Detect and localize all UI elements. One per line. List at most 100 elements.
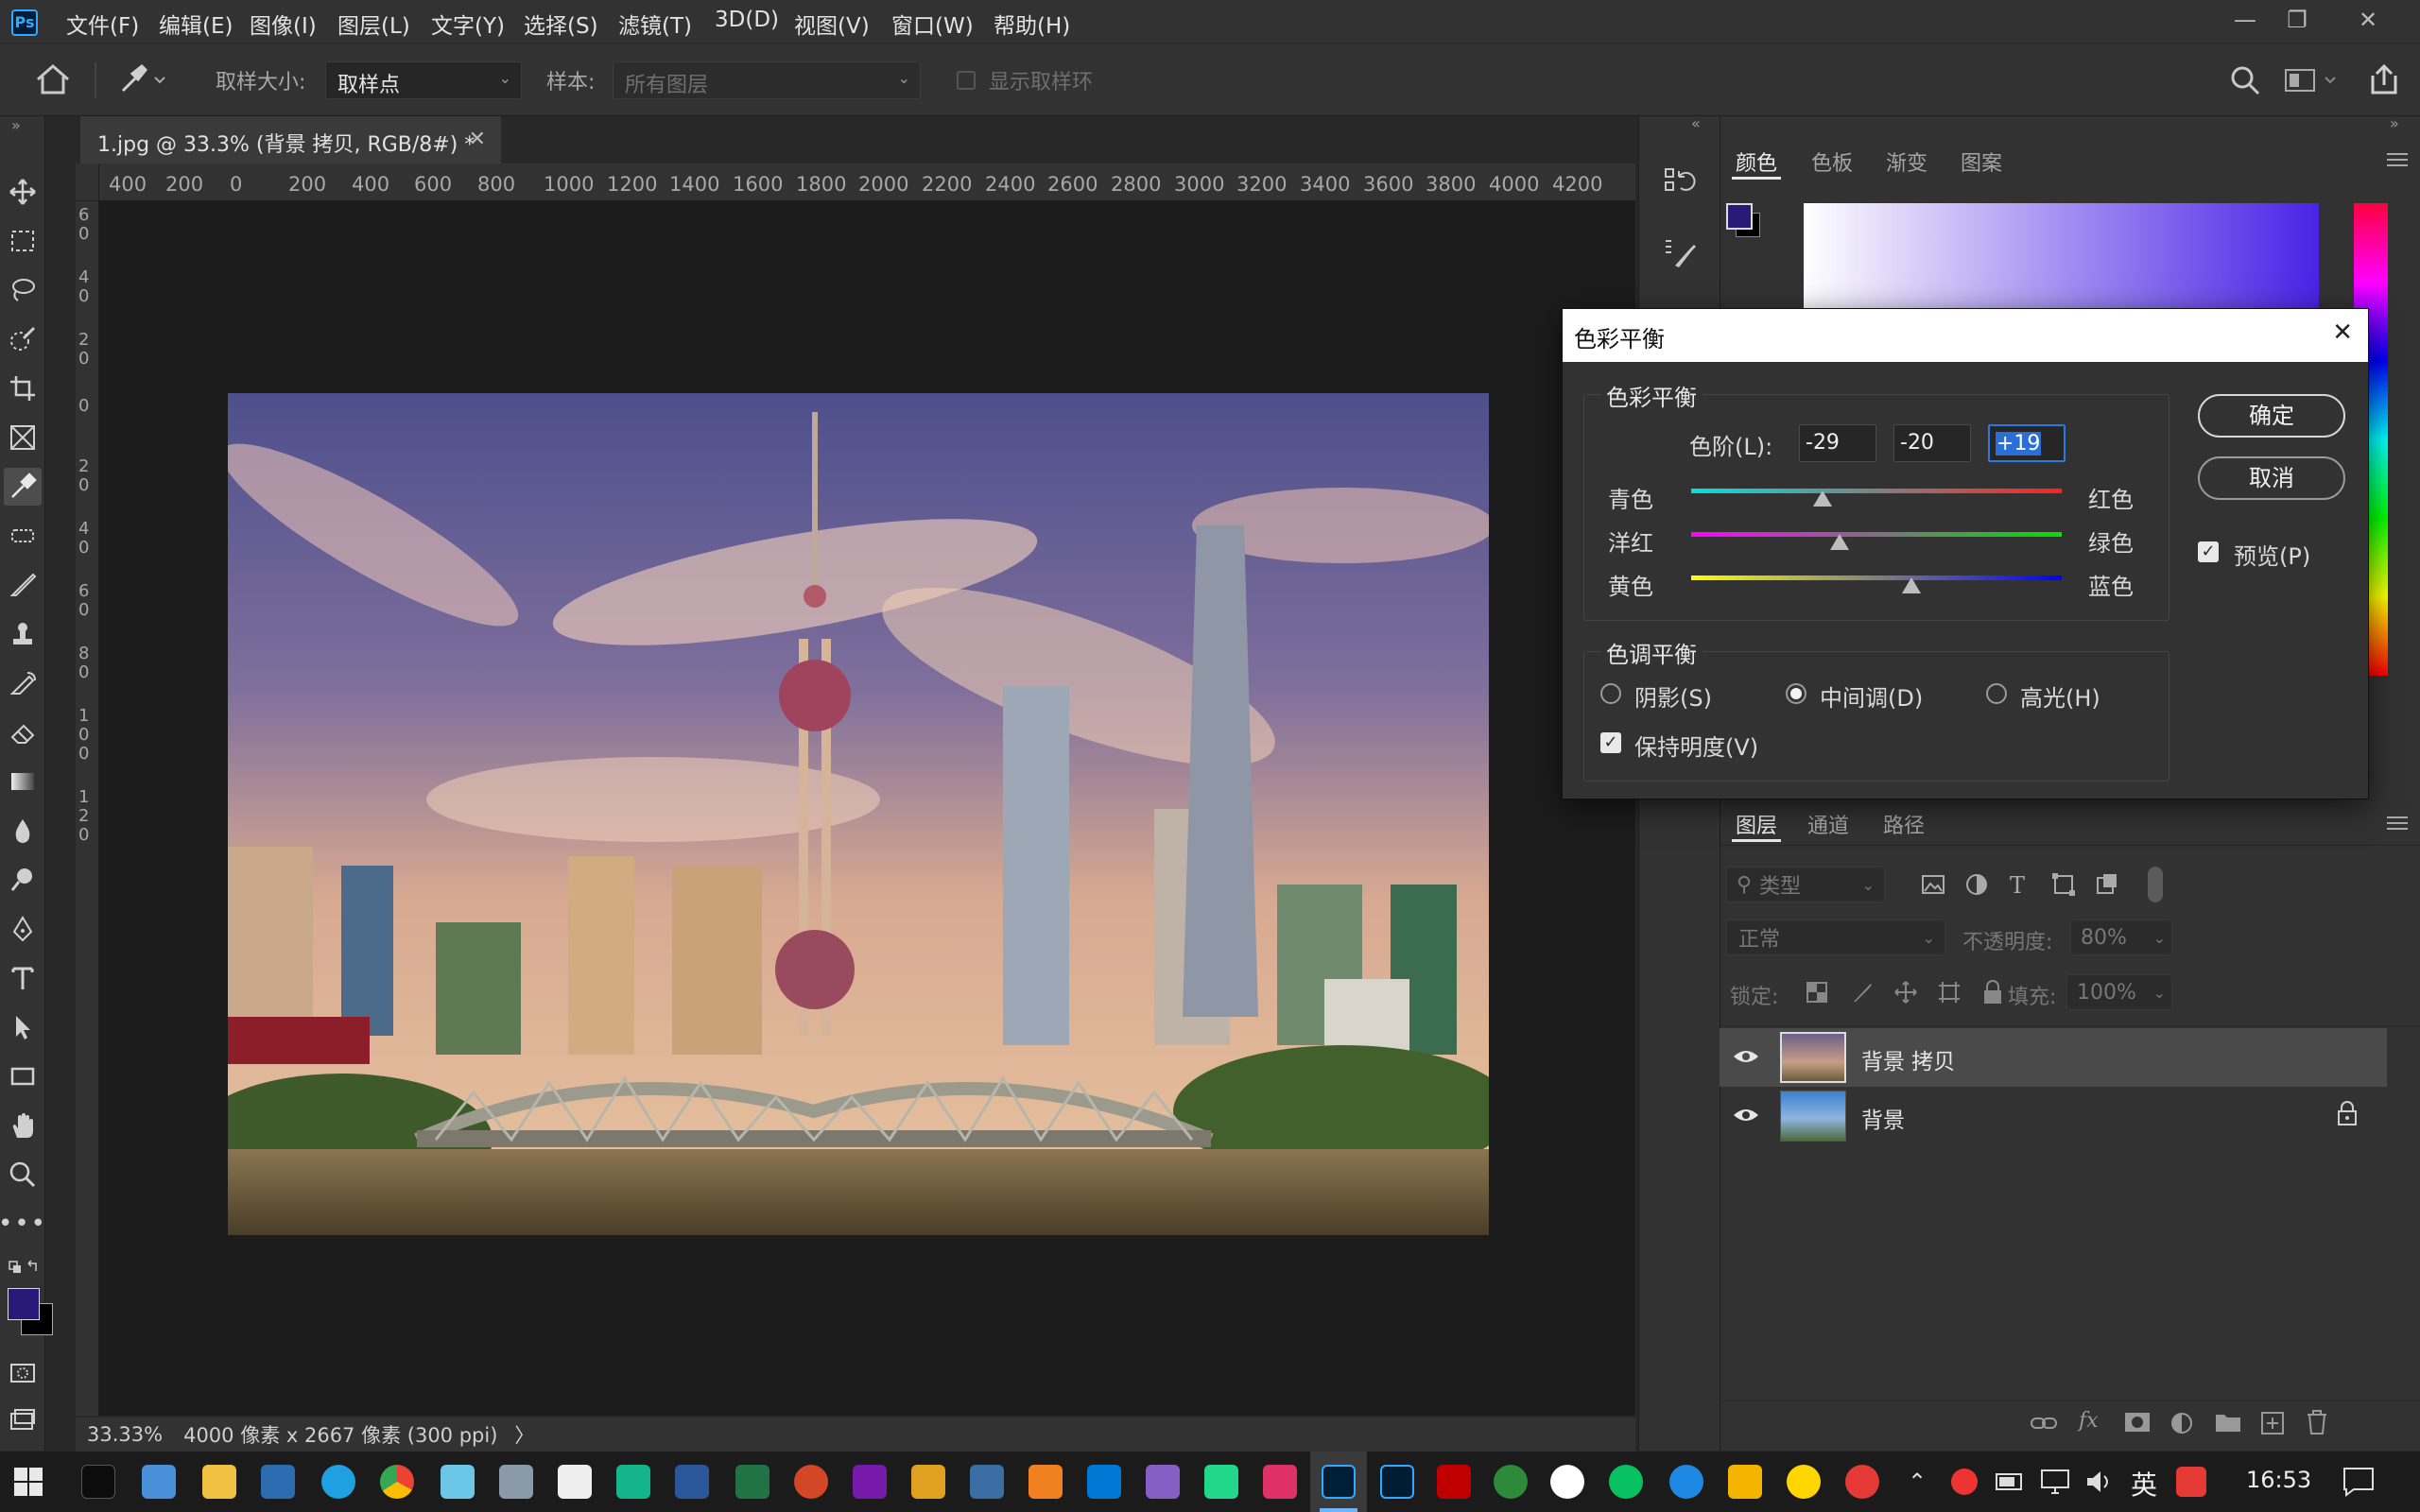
preserve-luminosity-checkbox[interactable]: ✓ xyxy=(1600,732,1621,753)
clone-stamp-tool-icon[interactable] xyxy=(4,615,42,653)
menu-filter[interactable]: 滤镜(T) xyxy=(618,8,692,40)
filter-type-icon[interactable]: T xyxy=(2010,872,2025,899)
eye-visibility-icon[interactable] xyxy=(1733,1047,1759,1070)
app-icon[interactable] xyxy=(1669,1465,1703,1499)
quick-select-tool-icon[interactable] xyxy=(4,320,42,358)
photoshop-app-icon[interactable] xyxy=(1322,1465,1356,1499)
cancel-button[interactable]: 取消 xyxy=(2198,456,2345,500)
blur-tool-icon[interactable] xyxy=(4,812,42,850)
minimize-button[interactable]: — xyxy=(2217,2,2273,40)
sublime-app-icon[interactable] xyxy=(1028,1465,1063,1499)
layer-row[interactable]: 背景 xyxy=(1720,1087,2387,1145)
tab-patterns[interactable]: 图案 xyxy=(1961,146,2002,177)
eye-visibility-icon[interactable] xyxy=(1733,1106,1759,1128)
tab-channels[interactable]: 通道 xyxy=(1807,809,1849,839)
healing-brush-tool-icon[interactable] xyxy=(4,517,42,555)
app-icon[interactable] xyxy=(911,1465,945,1499)
color-field[interactable] xyxy=(1804,203,2319,311)
edge-app-icon[interactable] xyxy=(321,1465,355,1499)
visual-studio-app-icon[interactable] xyxy=(1146,1465,1180,1499)
excel-app-icon[interactable] xyxy=(735,1465,769,1499)
history-panel-icon[interactable] xyxy=(1662,163,1700,205)
pen-tool-icon[interactable] xyxy=(4,910,42,948)
lock-all-icon[interactable] xyxy=(1981,980,2004,1008)
brush-tool-icon[interactable] xyxy=(4,566,42,604)
fill-input[interactable]: 100% ⌄ xyxy=(2066,974,2172,1010)
tab-swatches[interactable]: 色板 xyxy=(1811,146,1853,177)
menu-layer[interactable]: 图层(L) xyxy=(337,8,410,40)
lock-artboard-icon[interactable] xyxy=(1938,981,1961,1007)
lasso-tool-icon[interactable] xyxy=(4,271,42,309)
lock-transparency-icon[interactable] xyxy=(1806,981,1828,1007)
wechat-app-icon[interactable] xyxy=(1609,1465,1643,1499)
magenta-green-slider-thumb[interactable] xyxy=(1829,534,1849,550)
ime-icon[interactable] xyxy=(2176,1467,2206,1497)
pycharm-app-icon[interactable] xyxy=(1204,1465,1238,1499)
hand-tool-icon[interactable] xyxy=(4,1107,42,1144)
blend-mode-select[interactable]: 正常 ⌄ xyxy=(1726,919,1945,955)
collapse-panels-icon[interactable]: « xyxy=(1691,114,1701,132)
level-magenta-green-input[interactable]: -20 xyxy=(1893,424,1971,462)
menu-file[interactable]: 文件(F) xyxy=(66,8,139,40)
dialog-titlebar[interactable]: 色彩平衡 ✕ xyxy=(1563,309,2368,362)
calculator-app-icon[interactable] xyxy=(261,1465,295,1499)
terminal-app-icon[interactable] xyxy=(81,1465,115,1499)
tab-layers[interactable]: 图层 xyxy=(1736,809,1777,839)
share-icon[interactable] xyxy=(2367,62,2401,100)
sample-select[interactable]: 所有图层 ⌄ xyxy=(613,61,921,99)
move-tool-icon[interactable] xyxy=(4,173,42,211)
qq-app-icon[interactable] xyxy=(1550,1465,1584,1499)
restore-button[interactable]: ❐ xyxy=(2269,2,2325,40)
filter-toggle[interactable] xyxy=(2148,867,2163,902)
close-tab-icon[interactable]: ✕ xyxy=(469,128,486,151)
intellij-app-icon[interactable] xyxy=(1263,1465,1297,1499)
layer-name[interactable]: 背景 拷贝 xyxy=(1861,1043,1955,1075)
menu-3d[interactable]: 3D(D) xyxy=(715,8,779,32)
new-layer-icon[interactable] xyxy=(2260,1411,2285,1439)
layer-row[interactable]: 背景 拷贝 xyxy=(1720,1028,2387,1087)
lightroom-app-icon[interactable] xyxy=(1380,1465,1414,1499)
history-brush-tool-icon[interactable] xyxy=(4,664,42,702)
zoom-tool-icon[interactable] xyxy=(4,1156,42,1194)
search-icon[interactable] xyxy=(2229,64,2261,100)
volume-icon[interactable] xyxy=(2085,1469,2116,1499)
rectangle-tool-icon[interactable] xyxy=(4,1057,42,1095)
yellow-blue-slider-thumb[interactable] xyxy=(1902,577,1922,593)
expand-toolbar-icon[interactable]: » xyxy=(11,116,21,134)
windows-start-icon[interactable] xyxy=(13,1467,43,1501)
level-cyan-red-input[interactable]: -29 xyxy=(1799,424,1876,462)
default-colors-icon[interactable] xyxy=(8,1260,40,1282)
close-window-button[interactable]: ✕ xyxy=(2340,2,2396,40)
frame-tool-icon[interactable] xyxy=(4,419,42,456)
magenta-green-slider-track[interactable] xyxy=(1691,532,2062,537)
marquee-tool-icon[interactable] xyxy=(4,222,42,260)
document-tab[interactable]: 1.jpg @ 33.3% (背景 拷贝, RGB/8#) * ✕ xyxy=(80,116,501,163)
lock-position-icon[interactable] xyxy=(1894,981,1917,1007)
layers-panel-menu-icon[interactable] xyxy=(2387,816,2408,834)
panel-menu-icon[interactable] xyxy=(2387,152,2408,171)
tray-app-icon[interactable] xyxy=(1951,1469,1978,1495)
filter-adjustment-icon[interactable] xyxy=(1964,872,1989,901)
collapse-dock-icon[interactable]: » xyxy=(2390,114,2399,132)
filter-pixel-icon[interactable] xyxy=(1921,872,1945,901)
status-menu-arrow[interactable]: 〉 xyxy=(514,1420,534,1449)
devcpp-app-icon[interactable] xyxy=(970,1465,1004,1499)
word-app-icon[interactable] xyxy=(675,1465,709,1499)
foreground-color-swatch[interactable] xyxy=(8,1288,40,1320)
trash-icon[interactable] xyxy=(2306,1409,2328,1439)
adjustment-layer-icon[interactable] xyxy=(2169,1411,2194,1439)
app-icon[interactable] xyxy=(441,1465,475,1499)
preview-checkbox[interactable]: ✓ xyxy=(2198,541,2219,562)
link-layers-icon[interactable] xyxy=(2030,1413,2058,1437)
app-icon[interactable] xyxy=(1787,1465,1821,1499)
close-icon[interactable]: ✕ xyxy=(2332,318,2353,347)
chrome-app-icon[interactable] xyxy=(380,1465,414,1499)
notification-icon[interactable] xyxy=(2342,1467,2375,1501)
ruler-origin[interactable] xyxy=(76,163,99,201)
app-icon[interactable] xyxy=(499,1465,533,1499)
layer-name[interactable]: 背景 xyxy=(1861,1102,1905,1134)
more-tools-icon[interactable]: ••• xyxy=(0,1205,45,1243)
vertical-ruler[interactable]: 6 0 4 0 2 0 0 2 0 4 0 6 0 8 0 1 0 0 1 2 … xyxy=(76,201,99,1416)
midtones-radio[interactable] xyxy=(1786,683,1806,704)
battery-icon[interactable] xyxy=(1995,1470,2025,1497)
